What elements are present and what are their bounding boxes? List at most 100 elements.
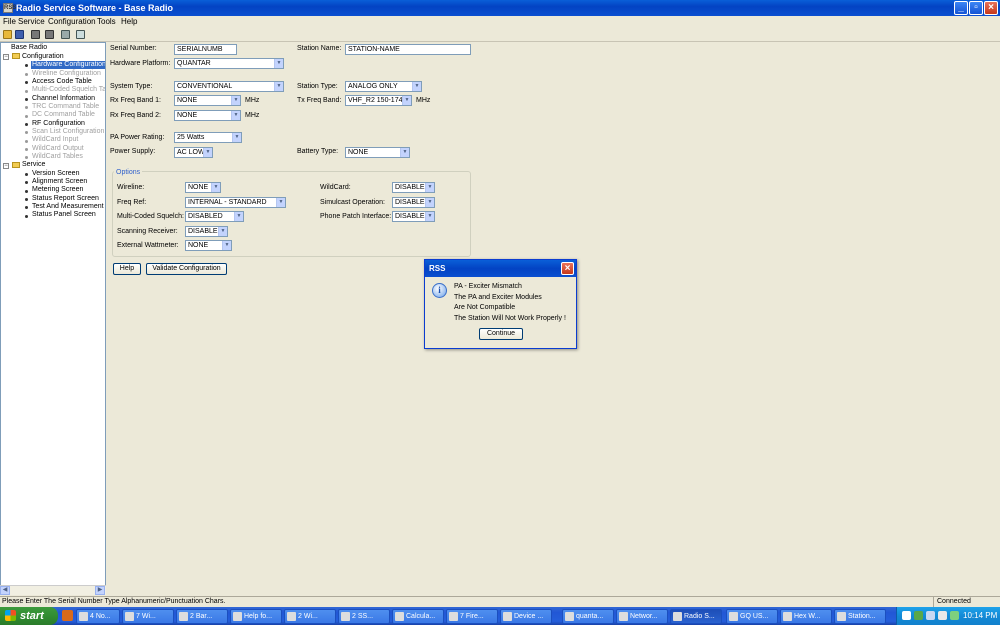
start-button[interactable]: start (0, 607, 58, 625)
chevron-down-icon[interactable]: ▼ (400, 148, 409, 157)
tree-item-wildcard-tables[interactable]: WildCard Tables (32, 153, 83, 161)
network-tray-icon[interactable] (938, 611, 947, 620)
tx-freq-band-select[interactable]: VHF_R2 150-174 ▼ (345, 95, 412, 106)
taskbar-button[interactable]: Station... (834, 609, 886, 624)
chevron-down-icon[interactable]: ▼ (218, 227, 227, 236)
write-radio-icon[interactable] (45, 30, 54, 39)
tree-item-wildcard-output[interactable]: WildCard Output (32, 145, 84, 153)
menu-tools[interactable]: Tools (97, 17, 116, 26)
station-type-select[interactable]: ANALOG ONLY ▼ (345, 81, 422, 92)
tree-service[interactable]: Service (22, 161, 45, 169)
multi-coded-squelch-select[interactable]: DISABLED ▼ (185, 211, 244, 222)
menu-help[interactable]: Help (121, 17, 137, 26)
tree-item-version-screen[interactable]: Version Screen (32, 170, 79, 178)
collapse-icon[interactable]: − (3, 163, 9, 169)
save-icon[interactable] (15, 30, 24, 39)
read-radio-icon[interactable] (31, 30, 40, 39)
taskbar-button[interactable]: 4 No... (76, 609, 120, 624)
battery-type-select[interactable]: NONE ▼ (345, 147, 410, 158)
signal-icon[interactable] (950, 611, 959, 620)
menu-file[interactable]: File (3, 17, 16, 26)
open-icon[interactable] (3, 30, 12, 39)
tree-item-wildcard-input[interactable]: WildCard Input (32, 136, 78, 144)
continue-button[interactable]: Continue (479, 328, 523, 340)
chevron-down-icon[interactable]: ▼ (234, 212, 243, 221)
tree-item-access-code-table[interactable]: Access Code Table (32, 78, 92, 86)
menu-configuration[interactable]: Configuration (48, 17, 96, 26)
tree-item-alignment-screen[interactable]: Alignment Screen (32, 178, 87, 186)
help-button[interactable]: Help (113, 263, 141, 275)
chevron-down-icon[interactable]: ▼ (222, 241, 231, 250)
minimize-button[interactable]: _ (954, 1, 968, 15)
help-tray-icon[interactable] (902, 611, 911, 620)
system-type-select[interactable]: CONVENTIONAL ▼ (174, 81, 284, 92)
chevron-down-icon[interactable]: ▼ (274, 82, 283, 91)
tree-item-scan-list-configuration[interactable]: Scan List Configuration (32, 128, 104, 136)
tree-item-status-panel-screen[interactable]: Status Panel Screen (32, 211, 96, 219)
wildcard-select[interactable]: DISABLED ▼ (392, 182, 435, 193)
taskbar-button[interactable]: quanta... (562, 609, 614, 624)
tools-icon[interactable] (61, 30, 70, 39)
taskbar-button[interactable]: 2 SS... (338, 609, 390, 624)
chevron-down-icon[interactable]: ▼ (203, 148, 212, 157)
chevron-down-icon[interactable]: ▼ (274, 59, 283, 68)
validate-configuration-button[interactable]: Validate Configuration (146, 263, 227, 275)
chevron-down-icon[interactable]: ▼ (232, 133, 241, 142)
volume-icon[interactable] (926, 611, 935, 620)
tree-item-dc-command-table[interactable]: DC Command Table (32, 111, 95, 119)
shield-icon[interactable] (914, 611, 923, 620)
rx-freq-band-2-select[interactable]: NONE ▼ (174, 110, 241, 121)
taskbar-button[interactable]: Hex W... (780, 609, 832, 624)
serial-number-field[interactable]: SERIALNUMB (174, 44, 237, 55)
tree-item-hardware-configuration[interactable]: Hardware Configuration (31, 61, 105, 69)
tree-horizontal-scrollbar[interactable]: ◀ ▶ (0, 585, 106, 595)
help-pointer-icon[interactable] (76, 30, 85, 39)
tree-item-wireline-configuration[interactable]: Wireline Configuration (32, 70, 101, 78)
chevron-down-icon[interactable]: ▼ (211, 183, 220, 192)
phone-patch-interface-select[interactable]: DISABLED ▼ (392, 211, 435, 222)
chevron-down-icon[interactable]: ▼ (231, 111, 240, 120)
chevron-down-icon[interactable]: ▼ (425, 212, 434, 221)
clock[interactable]: 10:14 PM (963, 611, 997, 620)
chevron-down-icon[interactable]: ▼ (425, 183, 434, 192)
tree-item-multi-coded-squelch-table[interactable]: Multi-Coded Squelch Tal (32, 86, 105, 94)
collapse-icon[interactable]: − (3, 54, 9, 60)
tree-item-metering-screen[interactable]: Metering Screen (32, 186, 83, 194)
taskbar-button[interactable]: Networ... (616, 609, 668, 624)
taskbar-button[interactable]: Device ... (500, 609, 552, 624)
wireline-select[interactable]: NONE ▼ (185, 182, 221, 193)
scanning-receiver-select[interactable]: DISABLED ▼ (185, 226, 228, 237)
chevron-down-icon[interactable]: ▼ (412, 82, 421, 91)
taskbar-button[interactable]: 7 Fire... (446, 609, 498, 624)
tree-item-status-report-screen[interactable]: Status Report Screen (32, 195, 99, 203)
close-button[interactable]: × (984, 1, 998, 15)
external-wattmeter-select[interactable]: NONE ▼ (185, 240, 232, 251)
taskbar-button[interactable]: 2 Bar... (176, 609, 228, 624)
tree-item-rf-configuration[interactable]: RF Configuration (32, 120, 85, 128)
simulcast-operation-select[interactable]: DISABLED ▼ (392, 197, 435, 208)
station-name-field[interactable]: STATION-NAME (345, 44, 471, 55)
tree-item-test-and-measurement[interactable]: Test And Measurement S (32, 203, 105, 211)
tree-configuration[interactable]: Configuration (22, 53, 64, 61)
chevron-down-icon[interactable]: ▼ (276, 198, 285, 207)
chevron-down-icon[interactable]: ▼ (402, 96, 411, 105)
hardware-platform-select[interactable]: QUANTAR ▼ (174, 58, 284, 69)
tree-root[interactable]: Base Radio (11, 44, 47, 52)
taskbar-button[interactable]: 7 Wi... (122, 609, 174, 624)
freq-ref-select[interactable]: INTERNAL - STANDARD ▼ (185, 197, 286, 208)
quicklaunch-icon[interactable] (62, 610, 73, 621)
tree-item-trc-command-table[interactable]: TRC Command Table (32, 103, 99, 111)
chevron-down-icon[interactable]: ▼ (425, 198, 434, 207)
scroll-right-icon[interactable]: ▶ (95, 586, 105, 595)
scroll-left-icon[interactable]: ◀ (0, 586, 10, 595)
taskbar-button[interactable]: GQ US... (726, 609, 778, 624)
tree-item-channel-information[interactable]: Channel Information (32, 95, 95, 103)
maximize-button[interactable]: ▫ (969, 1, 983, 15)
menu-service[interactable]: Service (18, 17, 45, 26)
pa-power-rating-select[interactable]: 25 Watts ▼ (174, 132, 242, 143)
taskbar-button[interactable]: 2 Wi... (284, 609, 336, 624)
taskbar-button[interactable]: Help fo... (230, 609, 282, 624)
chevron-down-icon[interactable]: ▼ (231, 96, 240, 105)
dialog-close-icon[interactable]: × (561, 262, 574, 275)
taskbar-button-active[interactable]: Radio S... (670, 609, 722, 624)
